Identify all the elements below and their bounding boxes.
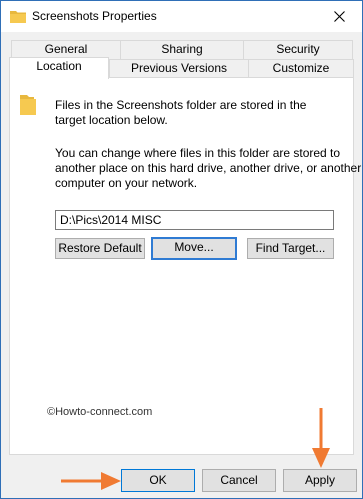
button-label: Cancel <box>220 473 258 487</box>
folder-icon <box>10 11 26 23</box>
move-button[interactable]: Move... <box>151 237 237 260</box>
window-title: Screenshots Properties <box>32 9 157 23</box>
intro-line: Files in the Screenshots folder are stor… <box>55 98 307 112</box>
title-bar: Screenshots Properties <box>1 1 362 32</box>
close-icon <box>333 11 345 22</box>
intro-line: target location below. <box>55 113 168 127</box>
restore-default-button[interactable]: Restore Default <box>55 238 145 259</box>
tab-label: Security <box>276 42 320 56</box>
button-label: OK <box>149 473 167 487</box>
cancel-button[interactable]: Cancel <box>202 469 276 492</box>
location-tab-panel <box>9 77 354 455</box>
description-line: another place on this hard drive, anothe… <box>55 161 362 175</box>
tab-label: Location <box>36 59 82 73</box>
properties-window: Screenshots Properties General Sharing S… <box>0 0 363 499</box>
find-target-button[interactable]: Find Target... <box>247 238 334 259</box>
button-label: Apply <box>304 473 336 487</box>
close-button[interactable] <box>316 1 362 32</box>
tab-security[interactable]: Security <box>243 40 353 59</box>
watermark-text: ©Howto-connect.com <box>47 406 153 418</box>
tab-sharing[interactable]: Sharing <box>120 40 244 59</box>
location-path-input[interactable] <box>55 210 334 230</box>
tab-label: Sharing <box>161 42 203 56</box>
location-intro: Files in the Screenshots folder are stor… <box>55 98 306 128</box>
location-description: You can change where files in this folde… <box>55 146 361 191</box>
tab-label: Customize <box>272 61 330 75</box>
ok-button[interactable]: OK <box>121 469 195 492</box>
arrow-down-icon <box>312 408 330 468</box>
description-line: You can change where files in this folde… <box>55 146 341 160</box>
description-line: computer on your network. <box>55 176 198 190</box>
tab-label: General <box>44 42 88 56</box>
tab-label: Previous Versions <box>130 61 228 75</box>
tab-location[interactable]: Location <box>9 57 109 79</box>
arrow-right-icon <box>61 472 121 490</box>
tab-customize[interactable]: Customize <box>248 59 354 78</box>
folder-icon <box>20 95 36 115</box>
apply-button[interactable]: Apply <box>283 469 357 492</box>
tab-previous-versions[interactable]: Previous Versions <box>109 59 249 78</box>
